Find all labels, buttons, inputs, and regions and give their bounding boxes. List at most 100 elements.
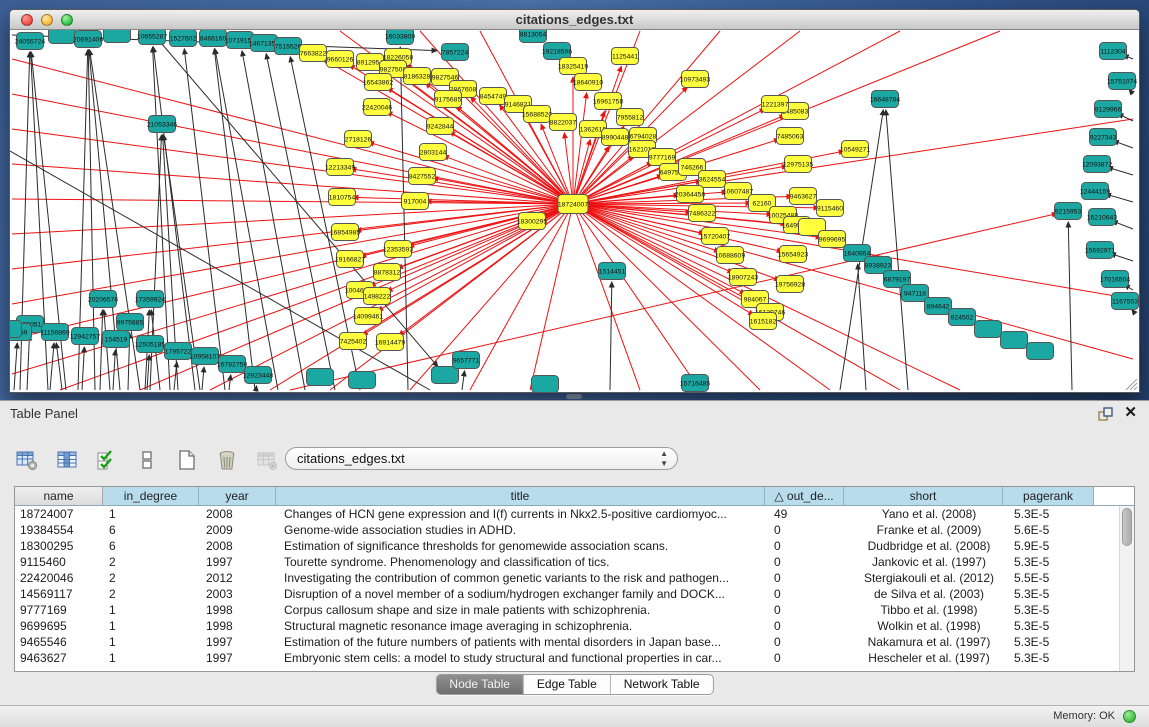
table-cell[interactable]: Disruption of a novel member of a sodium… [279,586,769,602]
table-cell[interactable]: 0 [769,570,849,586]
graph-node[interactable]: 12923448 [243,367,273,384]
graph-node[interactable]: 11156869 [40,324,69,341]
black-edge[interactable] [82,347,84,390]
table-cell[interactable]: 2 [104,570,201,586]
table-row[interactable]: 911546021997Tourette syndrome. Phenomeno… [15,554,1119,570]
table-cell[interactable]: Tourette syndrome. Phenomenology and cla… [279,554,769,570]
table-cell[interactable]: 6 [104,538,201,554]
graph-node[interactable] [307,369,334,386]
black-edge[interactable] [147,355,149,390]
table-cell[interactable]: de Silva et al. (2003) [849,586,1009,602]
table-cell[interactable]: 0 [769,522,849,538]
tab-edge-table[interactable]: Edge Table [524,675,611,694]
graph-node[interactable]: 917004 [402,193,429,210]
graph-node[interactable]: 10688609 [715,247,745,264]
table-cell[interactable]: Yano et al. (2008) [849,506,1009,522]
graph-node[interactable]: 15654923 [778,246,808,263]
graph-node[interactable]: 894642 [925,298,952,315]
table-cell[interactable]: Estimation of significance thresholds fo… [279,538,769,554]
graph-node[interactable]: 1527602 [170,30,197,47]
graph-node[interactable] [104,30,131,43]
graph-node[interactable]: 22420046 [362,99,392,116]
graph-node[interactable]: 19166827 [335,251,365,268]
black-edge[interactable] [229,375,231,390]
graph-node[interactable]: 9215953 [1055,203,1082,220]
table-cell[interactable]: Wolkin et al. (1998) [849,618,1009,634]
table-cell[interactable]: Dudbridge et al. (2008) [849,538,1009,554]
tab-node-table[interactable]: Node Table [436,675,524,694]
table-cell[interactable]: Jankovic et al. (1997) [849,554,1009,570]
table-cell[interactable]: Embryonic stem cells: a model to study s… [279,650,769,666]
graph-node[interactable]: 16033809 [385,30,415,45]
table-cell[interactable]: Corpus callosum shape and size in male p… [279,602,769,618]
table-cell[interactable]: 1 [104,650,201,666]
graph-node[interactable]: 1514451 [599,263,626,280]
graph-node[interactable]: 8427552 [409,168,436,185]
graph-node[interactable]: 20364456 [675,186,705,203]
table-row[interactable]: 2242004622012Investigating the contribut… [15,570,1119,586]
table-cell[interactable]: 49 [769,506,849,522]
graph-node[interactable] [975,321,1002,338]
table-selector-dropdown[interactable]: citations_edges.txt ▲▼ [285,447,678,470]
table-cell[interactable]: 5.6E-5 [1009,522,1101,538]
table-row[interactable]: 1456911722003Disruption of a novel membe… [15,586,1119,602]
black-edge[interactable] [50,343,54,390]
graph-node[interactable] [10,321,22,338]
black-edge[interactable] [886,110,908,390]
graph-node[interactable]: 9242844 [427,118,454,135]
graph-node[interactable]: 18907243 [728,269,758,286]
column-header-out-de-[interactable]: △ out_de... [765,487,844,505]
graph-node[interactable]: 2718126 [345,131,372,148]
graph-node[interactable]: 16854985 [330,224,360,241]
column-header-name[interactable]: name [15,487,103,505]
table-cell[interactable]: 1 [104,506,201,522]
graph-node[interactable]: 16210643 [1087,209,1117,226]
table-cell[interactable]: Hescheler et al. (1997) [849,650,1009,666]
graph-node[interactable]: 10549271 [840,141,870,158]
table-cell[interactable]: 14569117 [15,586,104,602]
table-row[interactable]: 969969511998Structural magnetic resonanc… [15,618,1119,634]
black-edge[interactable] [215,49,278,390]
black-edge[interactable] [14,343,17,390]
table-cell[interactable]: 22420046 [15,570,104,586]
table-cell[interactable]: 2008 [201,506,279,522]
table-cell[interactable]: 1997 [201,650,279,666]
close-window-icon[interactable] [21,14,33,26]
table-cell[interactable]: 1998 [201,618,279,634]
black-edge[interactable] [27,335,30,390]
table-cell[interactable]: 1 [104,634,201,650]
graph-node[interactable]: 16648784 [870,91,900,108]
table-row[interactable]: 1830029562008Estimation of significance … [15,538,1119,554]
show-columns-icon[interactable] [54,447,80,473]
graph-node[interactable]: 12213349 [325,159,355,176]
graph-node[interactable]: 12975135 [783,156,813,173]
graph-node[interactable]: 1615182 [750,313,777,330]
table-cell[interactable]: 2 [104,586,201,602]
black-edge[interactable] [610,282,612,390]
graph-node[interactable]: 15692971 [1085,242,1115,259]
red-edge[interactable] [573,204,1133,359]
black-edge[interactable] [1068,222,1072,390]
graph-node[interactable]: 15720407 [700,228,730,245]
graph-node[interactable]: 8878312 [374,264,401,281]
table-cell[interactable]: 9777169 [15,602,104,618]
table-cell[interactable]: 6 [104,522,201,538]
graph-node[interactable]: 16961758 [593,93,623,110]
table-cell[interactable]: Changes of HCN gene expression and I(f) … [279,506,769,522]
float-window-icon[interactable] [1098,407,1113,421]
red-edge[interactable] [12,94,573,204]
graph-node[interactable]: 12093872 [1082,156,1112,173]
graph-node[interactable]: 12505185 [135,336,165,353]
table-cell[interactable]: 0 [769,538,849,554]
table-cell[interactable]: 5.9E-5 [1009,538,1101,554]
table-cell[interactable]: 18724007 [15,506,104,522]
graph-node[interactable]: 1125441 [612,48,639,65]
table-cell[interactable]: Estimation of the future numbers of pati… [279,634,769,650]
graph-node[interactable]: 947118 [902,285,929,302]
table-cell[interactable]: 0 [769,618,849,634]
zoom-window-icon[interactable] [61,14,73,26]
graph-node[interactable]: 21053346 [147,116,177,133]
graph-node[interactable]: 16543862 [363,74,393,91]
graph-node[interactable]: 9175685 [435,91,462,108]
table-cell[interactable]: 5.3E-5 [1009,506,1101,522]
